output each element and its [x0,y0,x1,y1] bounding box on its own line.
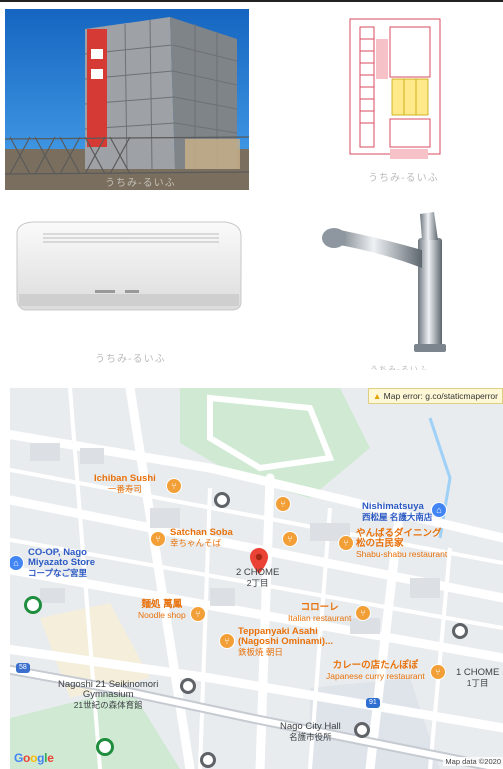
photo-floor-plan[interactable]: うちみ-るいふ [330,9,454,190]
restaurant-icon[interactable]: ⑂ [150,531,166,547]
photo-watermark: うちみ-るいふ [370,365,428,370]
park-icon[interactable] [96,738,114,756]
shop-icon[interactable] [214,492,230,508]
google-logo-text: Google [14,751,54,765]
floor-plan-illustration [349,18,441,159]
restaurant-icon[interactable]: ⑂ [190,606,206,622]
shop-icon[interactable] [200,752,216,768]
restaurant-icon[interactable]: ⑂ [166,478,182,494]
photo-watermark: うちみ-るいふ [368,173,439,184]
restaurant-icon[interactable]: ⑂ [219,633,235,649]
map-error-banner[interactable]: ▲ Map error: g.co/staticmaperror [367,388,503,404]
shopping-bag-icon[interactable]: ⌂ [431,502,447,518]
poi-coop-nago[interactable]: CO-OP, Nago Miyazato Store コープなご宮里 [28,548,95,579]
poi-curry-tanpopo[interactable]: カレーの店たんぽぽ Japanese curry restaurant [326,661,425,682]
restaurant-icon[interactable]: ⑂ [275,496,291,512]
poi-nago-city-hall[interactable]: Nago City Hall 名護市役所 [280,722,341,743]
area-1-chome: 1 CHOME 1丁目 [456,667,500,689]
google-logo[interactable]: Google [14,751,54,765]
map[interactable]: ▲ Map error: g.co/staticmaperror Ichiban… [10,388,503,769]
poi-ichiban-sushi[interactable]: Ichiban Sushi 一番寿司 [94,474,156,495]
poi-menya-houou[interactable]: 麺処 萬鳳 Noodle shop [138,600,186,621]
restaurant-icon[interactable]: ⑂ [338,535,354,551]
photo-watermark: うちみ-るいふ [105,178,176,189]
restaurant-icon[interactable]: ⑂ [430,664,446,680]
stadium-icon[interactable] [180,678,196,694]
photo-building-construction[interactable]: うちみ-るいふ [5,9,249,190]
photo-watermark: うちみ-るいふ [95,354,166,365]
poi-yanbaru-dining[interactable]: やんばるダイニング 松の古民家 Shabu-shabu restaurant [356,529,447,560]
map-error-text: Map error: g.co/staticmaperror [383,391,498,401]
air-conditioner-illustration [16,221,242,311]
top-border [0,0,503,2]
route-91-shield: 91 [366,698,380,708]
photo-air-conditioner[interactable]: うちみ-るいふ [5,210,249,370]
faucet-illustration [322,212,446,352]
restaurant-icon[interactable]: ⑂ [282,531,298,547]
map-attribution[interactable]: Map data ©2020 [443,757,503,766]
poi-nagoshi-gymnasium[interactable]: Nagoshi 21 Seikinomori Gymnasium 21世紀の森体… [58,680,158,711]
restaurant-icon[interactable]: ⑂ [355,605,371,621]
park-icon[interactable] [24,596,42,614]
building-illustration [5,9,249,190]
poi-satchan-soba[interactable]: Satchan Soba 幸ちゃんそば [170,528,233,549]
shop-icon[interactable] [452,623,468,639]
poi-colore[interactable]: コローレ Italian restaurant [288,603,351,624]
poi-nishimatsuya[interactable]: Nishimatsuya 西松屋 名護大南店 [362,502,432,523]
city-hall-icon[interactable] [354,722,370,738]
route-58-shield: 58 [16,663,30,673]
area-2-chome: 2 CHOME 2丁目 [236,567,280,589]
poi-teppanyaki-asahi[interactable]: Teppanyaki Asahi (Nagoshi Ominami)... 鉄板… [238,627,333,658]
photo-faucet[interactable]: うちみ-るいふ [310,210,450,370]
warning-icon: ▲ [372,391,382,401]
